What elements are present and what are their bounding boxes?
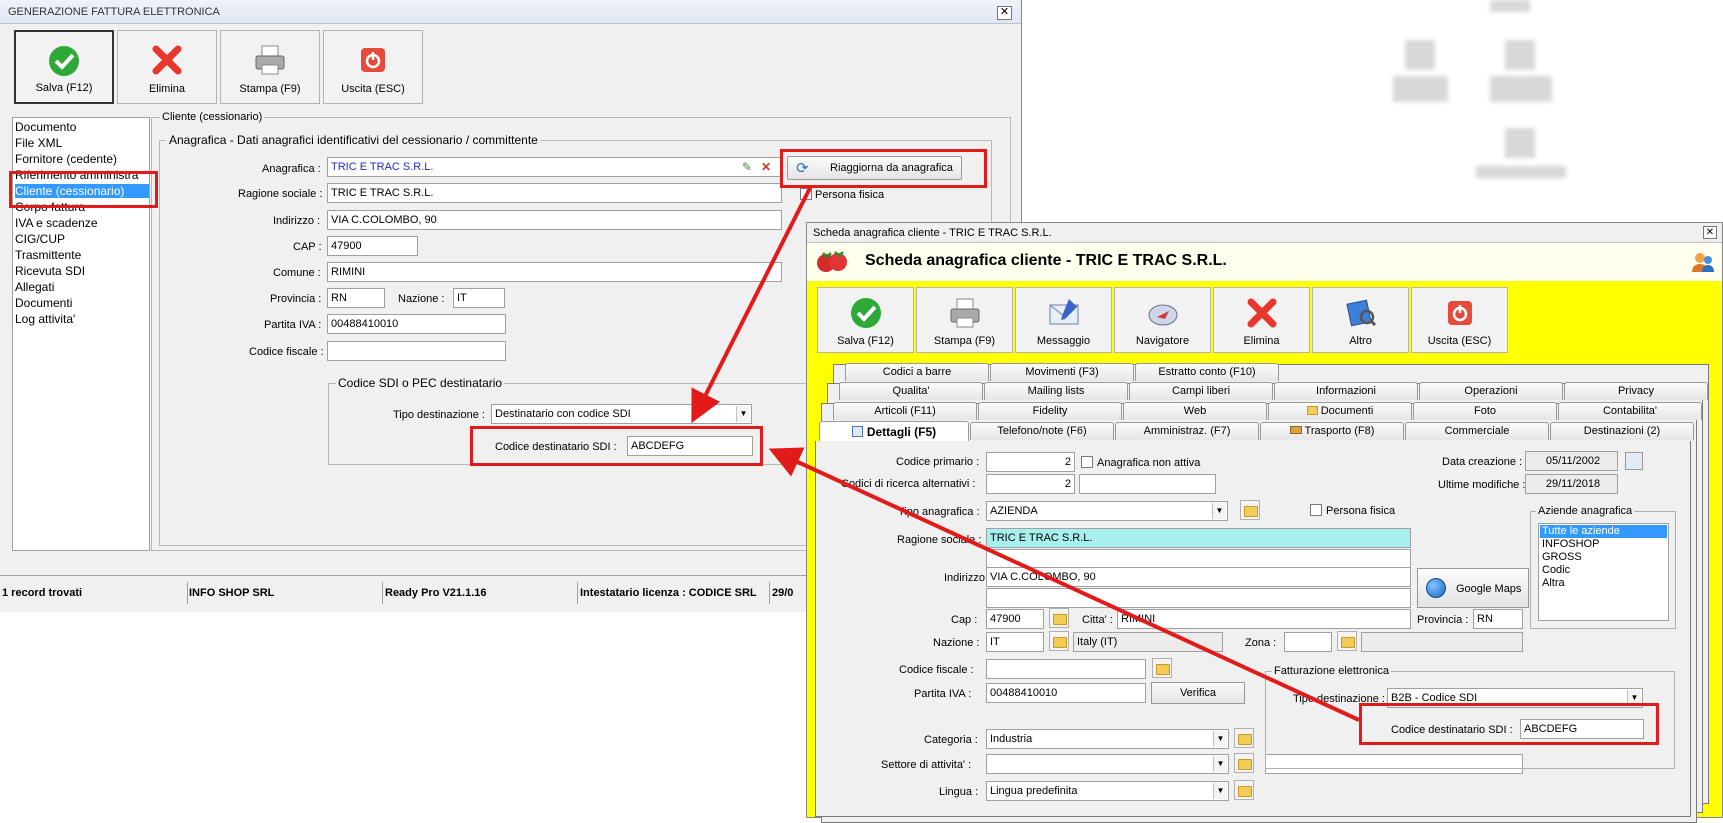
arrow-refresh-to-sdi	[691, 187, 812, 424]
annotation-arrows	[691, 187, 1360, 722]
arrow-sdi2-to-sdi1	[768, 447, 1360, 722]
